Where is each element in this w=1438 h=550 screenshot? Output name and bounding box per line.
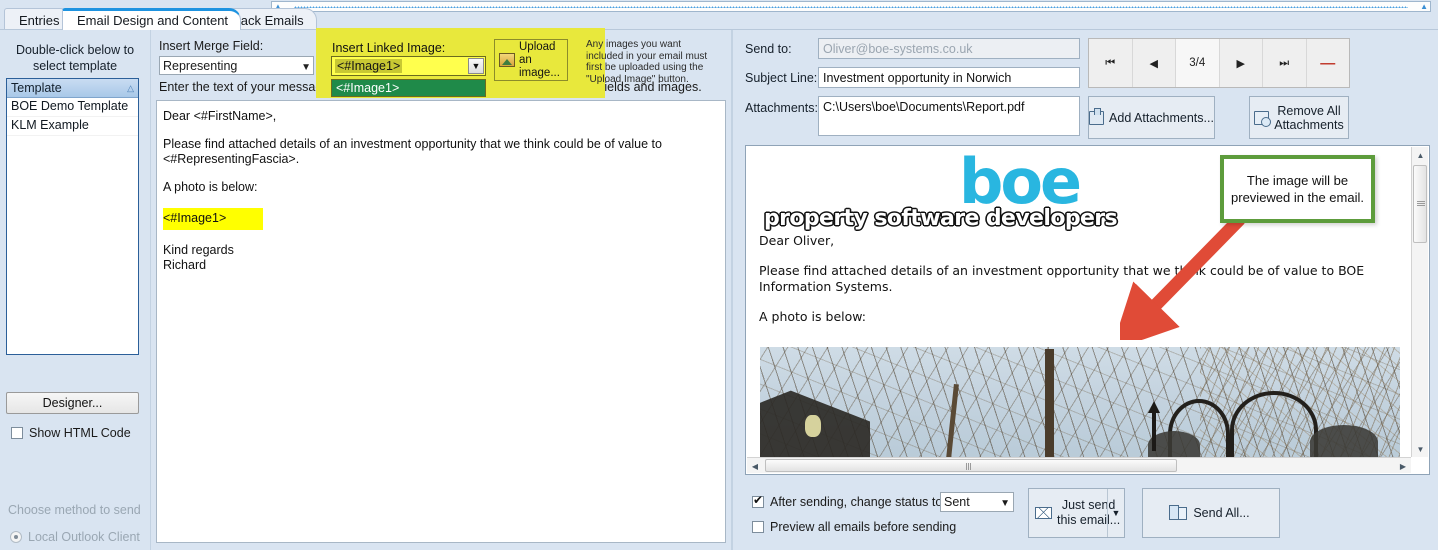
- linked-image-selected-value: <#Image1>: [335, 59, 403, 73]
- nav-remove-record-button[interactable]: —: [1307, 39, 1350, 87]
- preview-before-sending-label: Preview all emails before sending: [770, 520, 957, 534]
- sort-ascending-icon[interactable]: △: [127, 83, 134, 94]
- add-attachments-button[interactable]: Add Attachments...: [1088, 96, 1215, 139]
- preview-paragraph-1: Please find attached details of an inves…: [759, 263, 1365, 294]
- template-list[interactable]: Template △ BOE Demo Template KLM Example: [6, 78, 139, 355]
- status-value-select[interactable]: Sent ▼: [940, 492, 1014, 512]
- preview-before-sending-checkbox[interactable]: [752, 521, 764, 533]
- nav-previous-record-button[interactable]: ◀: [1133, 39, 1176, 87]
- just-send-this-email-button[interactable]: Just send this email... ▼: [1028, 488, 1125, 538]
- add-attachments-label: Add Attachments...: [1109, 110, 1214, 125]
- scroll-right-icon[interactable]: ▶: [1395, 458, 1411, 474]
- nav-next-record-button[interactable]: ▶: [1220, 39, 1263, 87]
- splitter-collapse-up-icon-right[interactable]: ▲: [1418, 2, 1430, 11]
- insert-merge-field-select[interactable]: Representing ▼: [159, 56, 314, 75]
- remove-all-attachments-label: Remove All Attachments: [1274, 104, 1343, 132]
- upload-an-image-button[interactable]: Upload an image...: [494, 39, 568, 81]
- radio-icon-selected[interactable]: [10, 531, 22, 543]
- preview-greeting: Dear Oliver,: [759, 233, 835, 248]
- editor-greeting: Dear <#FirstName>,: [163, 109, 277, 123]
- after-sending-status-checkbox[interactable]: [752, 493, 764, 508]
- subject-line-input[interactable]: Investment opportunity in Norwich: [818, 67, 1080, 88]
- after-sending-status-label: After sending, change status to: [770, 495, 943, 509]
- editor-image-token[interactable]: <#Image1>: [163, 208, 263, 230]
- upload-button-label: Upload an image...: [519, 40, 560, 79]
- left-panel-divider: [150, 30, 151, 550]
- scroll-up-icon[interactable]: ▲: [1412, 147, 1429, 163]
- horizontal-scroll-thumb[interactable]: [765, 459, 1177, 472]
- designer-button[interactable]: Designer...: [6, 392, 139, 414]
- editor-signoff-2: Richard: [163, 258, 207, 272]
- insert-merge-field-label: Insert Merge Field:: [159, 39, 264, 53]
- image-upload-icon: [499, 53, 515, 67]
- show-html-code-label: Show HTML Code: [29, 426, 131, 440]
- chevron-down-icon[interactable]: ▼: [301, 60, 311, 76]
- template-column-label: Template: [11, 81, 62, 95]
- linked-image-dropdown-option[interactable]: <#Image1>: [331, 79, 486, 97]
- editor-paragraph-2: A photo is below:: [163, 180, 258, 194]
- status-value: Sent: [944, 495, 970, 509]
- just-send-dropdown-arrow-icon[interactable]: ▼: [1107, 489, 1124, 537]
- subject-line-label: Subject Line:: [745, 71, 818, 85]
- scroll-down-icon[interactable]: ▼: [1412, 441, 1429, 457]
- remove-attachment-icon: [1254, 110, 1272, 127]
- template-side-panel: Double-click below to select template Te…: [0, 30, 150, 550]
- send-all-label: Send All...: [1193, 506, 1250, 520]
- annotation-arrow: [1120, 215, 1245, 340]
- record-navigation-toolbar: ⏮ ◀ 3/4 ▶ ⏭ —: [1088, 38, 1350, 88]
- send-all-button[interactable]: Send All...: [1142, 488, 1280, 538]
- preview-vertical-scrollbar[interactable]: ▲ ▼: [1411, 147, 1428, 457]
- photo-light-spot: [805, 415, 821, 437]
- photo-tree-trunk: [1045, 349, 1054, 457]
- remove-all-line2: Attachments: [1274, 117, 1344, 132]
- boe-logo-tagline: property software developers: [764, 206, 1118, 232]
- radio-local-outlook-client[interactable]: Local Outlook Client: [10, 530, 140, 544]
- tab-strip: Entries Email Design and Content Track E…: [0, 8, 740, 30]
- send-to-input[interactable]: Oliver@boe-systems.co.uk: [818, 38, 1080, 59]
- merge-field-value: Representing: [163, 59, 238, 73]
- editor-paragraph-1: Please find attached details of an inves…: [163, 137, 662, 166]
- preview-paragraph-2: A photo is below:: [759, 309, 867, 324]
- remove-all-attachments-button[interactable]: Remove All Attachments: [1249, 96, 1349, 139]
- template-list-header[interactable]: Template △: [7, 79, 138, 98]
- attachments-input[interactable]: C:\Users\boe\Documents\Report.pdf: [818, 96, 1080, 136]
- boe-logo-wordmark: boe: [959, 147, 1082, 218]
- send-to-label: Send to:: [745, 42, 792, 56]
- send-all-icon: [1169, 504, 1188, 520]
- right-pane-divider: [731, 30, 733, 550]
- chevron-down-icon[interactable]: ▼: [468, 58, 484, 74]
- chevron-down-icon[interactable]: ▼: [1000, 496, 1010, 512]
- upload-help-text: Any images you want included in your ema…: [586, 39, 708, 85]
- preview-horizontal-scrollbar[interactable]: ◀ ▶: [747, 457, 1411, 473]
- tab-email-design-and-content[interactable]: Email Design and Content: [62, 8, 242, 30]
- send-method-group-label: Choose method to send: [8, 503, 141, 517]
- show-html-code-checkbox-row[interactable]: Show HTML Code: [11, 426, 131, 440]
- template-instruction-label: Double-click below to select template: [15, 43, 135, 73]
- show-html-code-checkbox[interactable]: [11, 427, 23, 439]
- list-item[interactable]: BOE Demo Template: [7, 98, 138, 117]
- after-sending-status-checkbox-row[interactable]: After sending, change status to: [752, 493, 943, 509]
- photo-spire: [1148, 401, 1160, 451]
- radio-local-outlook-label: Local Outlook Client: [28, 530, 140, 544]
- list-item[interactable]: KLM Example: [7, 117, 138, 136]
- nav-first-record-button[interactable]: ⏮: [1089, 39, 1133, 87]
- insert-linked-image-select[interactable]: <#Image1> ▼: [331, 56, 486, 76]
- vertical-scroll-thumb[interactable]: [1413, 165, 1427, 243]
- insert-linked-image-label: Insert Linked Image:: [332, 41, 446, 55]
- envelope-icon: [1035, 507, 1052, 519]
- remove-all-line1: Remove All: [1277, 103, 1341, 118]
- preview-photo-image: [760, 347, 1400, 457]
- attachments-label: Attachments:: [745, 101, 818, 115]
- scroll-left-icon[interactable]: ◀: [747, 458, 763, 474]
- editor-signoff-1: Kind regards: [163, 243, 234, 257]
- nav-last-record-button[interactable]: ⏭: [1263, 39, 1307, 87]
- nav-record-position: 3/4: [1176, 39, 1220, 87]
- annotation-callout-box: The image will be previewed in the email…: [1220, 155, 1375, 223]
- message-body-editor[interactable]: Dear <#FirstName>, Please find attached …: [156, 100, 726, 543]
- boe-tagline-text: property software developers: [764, 206, 1118, 232]
- annotation-callout-text: The image will be previewed in the email…: [1231, 173, 1364, 205]
- photo-bush-2: [1310, 425, 1378, 457]
- attachment-clip-icon: [1089, 107, 1105, 125]
- preview-before-sending-checkbox-row[interactable]: Preview all emails before sending: [752, 520, 956, 534]
